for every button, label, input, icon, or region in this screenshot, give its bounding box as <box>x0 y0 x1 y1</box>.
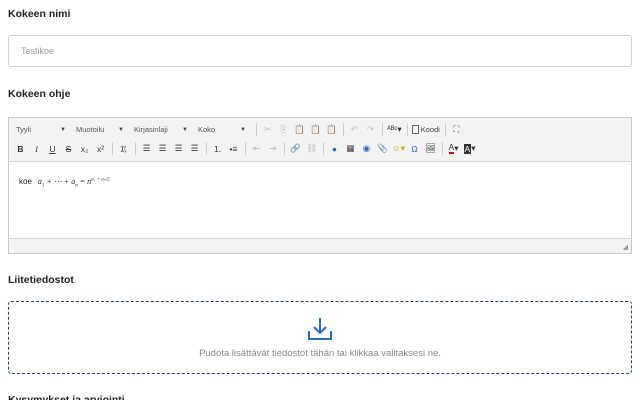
font-combo[interactable]: Kirjasinlaji ▼ <box>131 122 191 137</box>
chevron-down-icon: ▼ <box>60 126 66 133</box>
download-icon <box>308 318 332 340</box>
content-text: koe <box>19 176 32 186</box>
bold-icon[interactable]: B <box>13 141 28 156</box>
formula-exp-den: 2 <box>107 177 110 182</box>
toolbar-separator <box>444 123 446 136</box>
align-justify-icon[interactable]: ☰ <box>187 141 202 156</box>
resize-handle-icon[interactable]: ◢ <box>623 243 628 251</box>
toolbar-separator <box>256 123 257 136</box>
cut-icon[interactable]: ✂ <box>260 122 275 137</box>
numbered-list-icon[interactable]: ⒈ <box>210 141 225 156</box>
source-button[interactable]: Koodi <box>411 122 441 137</box>
toolbar-separator <box>245 142 246 155</box>
attachments-label: Liitetiedostot <box>8 274 74 286</box>
spellcheck-icon[interactable]: ᴬᴮᶜ▾ <box>386 122 403 137</box>
bulleted-list-icon[interactable]: •≡ <box>226 141 241 156</box>
exam-name-label: Kokeen nimi <box>8 8 71 20</box>
strikethrough-icon[interactable]: S <box>61 141 76 156</box>
next-section-label: Kysymykset ja arviointi <box>8 394 125 400</box>
size-combo-label: Koko <box>198 125 216 134</box>
style-combo[interactable]: Tyyli ▼ <box>13 122 69 137</box>
maximize-icon[interactable]: ⛶ <box>449 122 464 137</box>
size-combo[interactable]: Koko ▼ <box>195 122 249 137</box>
align-center-icon[interactable]: ☰ <box>155 141 170 156</box>
format-combo-label: Muotoilu <box>76 125 105 134</box>
table-icon[interactable]: ▦ <box>343 141 358 156</box>
italic-icon[interactable]: I <box>29 141 44 156</box>
chevron-down-icon: ▼ <box>182 126 188 133</box>
subscript-icon[interactable]: x₂ <box>77 141 92 156</box>
paste-text-icon[interactable]: 📋 <box>308 122 323 137</box>
editor-toolbar: Tyyli ▼ Muotoilu ▼ Kirjasinlaji ▼ Koko ▼… <box>9 118 631 162</box>
toolbar-separator <box>323 142 324 155</box>
editor-statusbar: ◢ <box>9 238 631 253</box>
outdent-icon[interactable]: ⇤ <box>249 141 264 156</box>
math-formula-icon[interactable]: ◉ <box>359 141 374 156</box>
file-dropzone[interactable]: Pudota lisättävät tiedostot tähän tai kl… <box>8 301 632 374</box>
source-button-label: Koodi <box>420 125 440 134</box>
formula-part: = n <box>77 176 92 186</box>
redo-icon[interactable]: ↷ <box>363 122 378 137</box>
unlink-icon[interactable]: ⛓ <box>304 141 319 156</box>
toolbar-separator <box>135 142 136 155</box>
font-combo-label: Kirjasinlaji <box>134 125 168 134</box>
copy-icon[interactable]: ⎘ <box>276 122 291 137</box>
superscript-icon[interactable]: x² <box>93 141 108 156</box>
remove-format-icon[interactable]: T̸ₓ <box>116 141 131 156</box>
exam-name-input[interactable]: Testikoe <box>8 35 632 67</box>
undo-icon[interactable]: ↶ <box>347 122 362 137</box>
image-upload-icon[interactable]: ● <box>327 141 342 156</box>
rich-text-editor: Tyyli ▼ Muotoilu ▼ Kirjasinlaji ▼ Koko ▼… <box>8 117 632 254</box>
toolbar-separator <box>343 123 344 136</box>
toolbar-separator <box>112 142 113 155</box>
toolbar-separator <box>406 123 408 136</box>
paste-word-icon[interactable]: 📋 <box>324 122 339 137</box>
special-char-icon[interactable]: Ω <box>407 141 422 156</box>
format-combo[interactable]: Muotoilu ▼ <box>73 122 127 137</box>
editor-content-area[interactable]: koe a1 + ⋯ + an = na₁ + aₙ/2 <box>9 162 631 238</box>
formula-part: + ⋯ + a <box>44 176 76 186</box>
text-color-icon[interactable]: A ▾ <box>446 141 461 156</box>
indent-icon[interactable]: ⇥ <box>265 141 280 156</box>
toolbar-separator <box>442 142 443 155</box>
formula-exp: a₁ + aₙ <box>91 177 106 182</box>
instructions-label: Kokeen ohje <box>8 88 71 100</box>
align-left-icon[interactable]: ☰ <box>139 141 154 156</box>
chevron-down-icon: ▼ <box>240 126 246 133</box>
chevron-down-icon: ▼ <box>118 126 124 133</box>
bg-color-icon[interactable]: A ▾ <box>462 141 477 156</box>
style-combo-label: Tyyli <box>16 125 31 134</box>
emoji-icon[interactable]: ☺▾ <box>391 141 406 156</box>
toolbar-separator <box>284 142 285 155</box>
link-icon[interactable]: 🔗 <box>288 141 303 156</box>
math-formula[interactable]: a1 + ⋯ + an = na₁ + aₙ/2 <box>38 176 110 189</box>
attachment-icon[interactable]: 📎 <box>375 141 390 156</box>
underline-icon[interactable]: U <box>45 141 60 156</box>
image-icon[interactable]: 🖼 <box>423 141 438 156</box>
dropzone-text: Pudota lisättävät tiedostot tähän tai kl… <box>199 348 441 359</box>
source-doc-icon <box>411 125 419 134</box>
toolbar-separator <box>206 142 207 155</box>
toolbar-separator <box>382 123 383 136</box>
paste-icon[interactable]: 📋 <box>292 122 307 137</box>
align-right-icon[interactable]: ☰ <box>171 141 186 156</box>
